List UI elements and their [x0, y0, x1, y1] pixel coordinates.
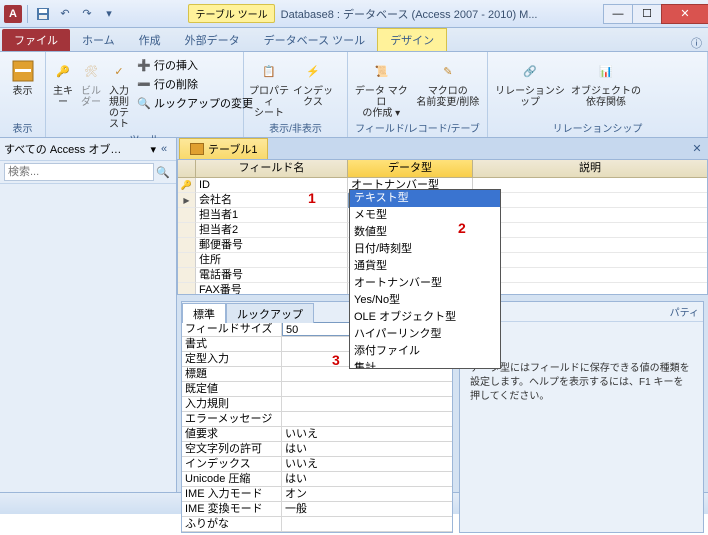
builder-button[interactable]: 🛠ビルダー [78, 54, 104, 108]
indexes-button[interactable]: ⚡インデックス [292, 54, 334, 108]
search-icon[interactable]: 🔍 [154, 166, 172, 179]
minimize-button[interactable]: — [603, 4, 633, 24]
datatype-option[interactable]: オートナンバー型 [350, 275, 500, 292]
tab-create[interactable]: 作成 [127, 29, 173, 51]
rename-macro-button[interactable]: ✎マクロの 名前変更/削除 [413, 54, 483, 108]
delete-rows-button[interactable]: ➖行の削除 [134, 75, 256, 93]
redo-icon[interactable]: ↷ [77, 4, 97, 24]
col-description[interactable]: 説明 [473, 160, 707, 177]
property-row[interactable]: インデックスいいえ [182, 457, 452, 472]
tab-file[interactable]: ファイル [2, 29, 70, 51]
datatype-option[interactable]: 添付ファイル [350, 343, 500, 360]
property-row[interactable]: エラーメッセージ [182, 412, 452, 427]
window-title: Database8 : データベース (Access 2007 - 2010) … [281, 6, 538, 22]
property-row[interactable]: ふりがな [182, 517, 452, 532]
table-icon [190, 143, 204, 155]
undo-icon[interactable]: ↶ [55, 4, 75, 24]
tab-design[interactable]: デザイン [377, 28, 447, 51]
property-row[interactable]: IME 入力モードオン [182, 487, 452, 502]
col-fieldname[interactable]: フィールド名 [196, 160, 348, 177]
context-tab-label: テーブル ツール [188, 4, 274, 23]
close-button[interactable]: ✕ [661, 4, 708, 24]
group-rel-label: リレーションシップ [492, 119, 703, 137]
prop-tab-general[interactable]: 標準 [182, 303, 226, 323]
datatype-option[interactable]: テキスト型 [350, 190, 500, 207]
group-view-label: 表示 [4, 119, 41, 137]
datatype-option[interactable]: 通貨型 [350, 258, 500, 275]
datatype-option[interactable]: 数値型 [350, 224, 500, 241]
tab-external[interactable]: 外部データ [173, 29, 252, 51]
document-close-icon[interactable]: ✕ [688, 140, 706, 158]
help-icon[interactable]: ⓘ [691, 35, 708, 51]
datatype-option[interactable]: 日付/時刻型 [350, 241, 500, 258]
property-row[interactable]: 既定値 [182, 382, 452, 397]
col-datatype[interactable]: データ型 [348, 160, 473, 177]
property-row[interactable]: 入力規則 [182, 397, 452, 412]
maximize-button[interactable]: ☐ [632, 4, 662, 24]
primary-key-button[interactable]: 🔑主キー [50, 54, 76, 108]
datatype-option[interactable]: OLE オブジェクト型 [350, 309, 500, 326]
validation-button[interactable]: ✓入力規則 のテスト [106, 54, 132, 130]
property-row[interactable]: 値要求いいえ [182, 427, 452, 442]
group-showhide-label: 表示/非表示 [248, 119, 343, 137]
data-macro-button[interactable]: 📜データ マクロ の作成 ▾ [352, 54, 411, 119]
document-tab[interactable]: テーブル1 [179, 138, 268, 159]
view-button[interactable]: 表示 [4, 54, 41, 97]
tab-home[interactable]: ホーム [70, 29, 127, 51]
datatype-dropdown[interactable]: テキスト型メモ型数値型日付/時刻型通貨型オートナンバー型Yes/No型OLE オ… [349, 189, 501, 369]
nav-collapse-icon[interactable]: « [156, 143, 172, 155]
property-row[interactable]: 標題 [182, 367, 452, 382]
nav-title[interactable]: すべての Access オブ… [4, 141, 150, 157]
property-row[interactable]: IME 変換モード一般 [182, 502, 452, 517]
datatype-option[interactable]: 集計 [350, 360, 500, 369]
app-icon: A [4, 5, 22, 23]
tab-dbtools[interactable]: データベース ツール [252, 29, 378, 51]
save-icon[interactable] [33, 4, 53, 24]
datatype-option[interactable]: メモ型 [350, 207, 500, 224]
property-sheet-button[interactable]: 📋プロパティ シート [248, 54, 290, 119]
datatype-option[interactable]: ハイパーリンク型 [350, 326, 500, 343]
property-row[interactable]: 空文字列の許可はい [182, 442, 452, 457]
insert-rows-button[interactable]: ➕行の挿入 [134, 56, 256, 74]
prop-tab-lookup[interactable]: ルックアップ [226, 303, 314, 323]
modify-lookups-button[interactable]: 🔍ルックアップの変更 [134, 94, 256, 112]
property-row[interactable]: Unicode 圧縮はい [182, 472, 452, 487]
datatype-option[interactable]: Yes/No型 [350, 292, 500, 309]
relationships-button[interactable]: 🔗リレーションシップ [492, 54, 568, 108]
object-dependencies-button[interactable]: 📊オブジェクトの 依存関係 [570, 54, 642, 108]
nav-search-input[interactable] [4, 163, 154, 181]
qat-more-icon[interactable]: ▾ [99, 4, 119, 24]
